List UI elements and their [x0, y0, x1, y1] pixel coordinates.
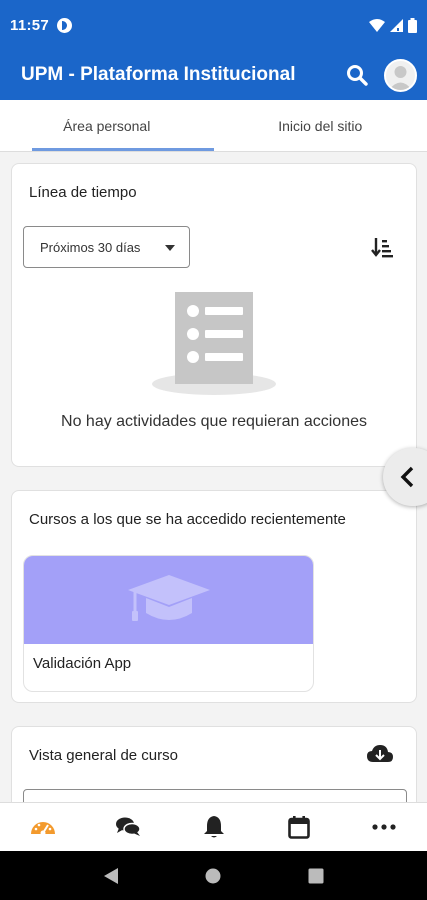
system-navigation-bar [0, 851, 427, 900]
timeline-filter-select[interactable]: Próximos 30 días [23, 226, 190, 268]
battery-icon [408, 17, 417, 33]
course-overview-control[interactable] [23, 789, 407, 802]
messages-icon [116, 817, 141, 836]
back-icon[interactable] [103, 867, 119, 885]
wifi-icon [369, 18, 385, 32]
tab-bar: Área personal Inicio del sitio [0, 100, 427, 152]
nav-more[interactable] [342, 803, 427, 851]
user-silhouette-icon [389, 65, 412, 90]
recent-courses-title: Cursos a los que se ha accedido reciente… [29, 511, 346, 528]
nav-notifications[interactable] [171, 803, 256, 851]
user-avatar[interactable] [384, 58, 417, 92]
bell-icon [203, 816, 224, 838]
search-icon [347, 65, 368, 86]
course-overview-title: Vista general de curso [29, 747, 178, 764]
bottom-navigation [0, 802, 427, 851]
app-title: UPM - Plataforma Institucional [21, 64, 296, 85]
chevron-down-icon [165, 245, 175, 251]
course-card[interactable]: Validación App [23, 555, 314, 692]
nav-calendar[interactable] [256, 803, 341, 851]
more-icon [372, 824, 396, 830]
nav-dashboard[interactable] [0, 803, 85, 851]
calendar-icon [288, 816, 310, 839]
course-overview-card: Vista general de curso [11, 726, 417, 802]
timeline-title: Línea de tiempo [29, 184, 137, 201]
search-button[interactable] [340, 58, 374, 92]
timeline-card: Línea de tiempo Próximos 30 días No hay … [11, 163, 417, 467]
timeline-empty-message: No hay actividades que requieran accione… [61, 413, 367, 430]
status-icons [369, 17, 417, 33]
app-bar: UPM - Plataforma Institucional [0, 50, 427, 100]
sort-icon [371, 238, 393, 258]
app-notification-icon [57, 17, 73, 33]
signal-icon [390, 18, 403, 32]
sort-button[interactable] [370, 234, 396, 260]
status-bar: 11:57 [0, 0, 427, 50]
nav-messages[interactable] [85, 803, 170, 851]
tab-inicio-del-sitio[interactable]: Inicio del sitio [214, 100, 427, 151]
recents-icon[interactable] [308, 868, 324, 884]
graduation-cap-icon [128, 575, 210, 621]
course-name: Validación App [33, 655, 132, 672]
course-banner [24, 556, 313, 644]
empty-list-icon [152, 292, 276, 395]
tab-area-personal[interactable]: Área personal [0, 100, 214, 151]
chevron-left-icon [400, 466, 414, 488]
home-icon[interactable] [205, 868, 221, 884]
dashboard-icon [30, 822, 55, 836]
timeline-filter-value: Próximos 30 días [40, 239, 141, 255]
recent-courses-card: Cursos a los que se ha accedido reciente… [11, 490, 417, 703]
status-time: 11:57 [10, 16, 50, 34]
main-content[interactable]: Línea de tiempo Próximos 30 días No hay … [0, 152, 427, 802]
cloud-download-icon[interactable] [367, 744, 393, 764]
